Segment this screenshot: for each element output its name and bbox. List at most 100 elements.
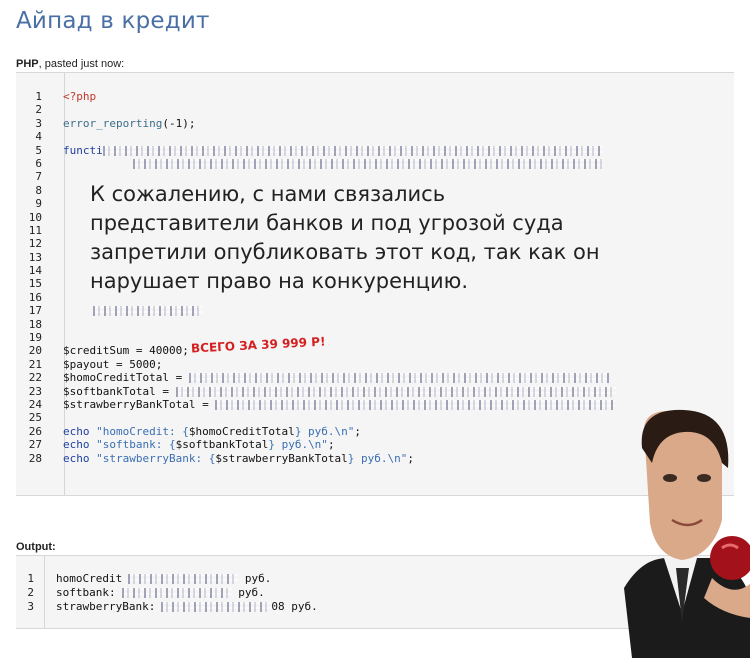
code-line: $payout = 5000;: [63, 358, 616, 371]
redacted-code: [133, 158, 603, 169]
redacted-value: [161, 602, 272, 612]
code-token: <?php: [63, 90, 97, 103]
portrait-photo: [572, 408, 750, 658]
line-number: 25: [28, 411, 42, 425]
output-line: homoCredit руб.: [56, 572, 318, 586]
line-number: 27: [28, 438, 42, 452]
paste-language: PHP: [16, 58, 39, 70]
output-label: homoCredit: [56, 572, 123, 585]
output-line-number: 1: [27, 572, 34, 585]
code-token: $homoCreditTotal =: [63, 371, 189, 385]
line-number: 4: [35, 130, 42, 144]
line-number: 23: [28, 384, 42, 398]
line-number: 5: [35, 143, 42, 157]
line-number: 9: [35, 197, 42, 211]
code-token: ;: [354, 424, 362, 438]
line-number: 8: [35, 183, 42, 197]
code-token: "strawberryBank: {: [96, 451, 216, 465]
output-divider: [44, 556, 45, 628]
page-title: Айпад в кредит: [16, 8, 210, 34]
line-number: 22: [28, 371, 42, 385]
code-line: <?php: [63, 90, 616, 103]
line-number: 14: [28, 264, 42, 278]
line-number: 24: [28, 397, 42, 411]
line-number: 2: [35, 103, 42, 117]
code-token: 40000: [149, 344, 183, 358]
code-token: ;: [182, 344, 189, 358]
code-token: $payout = 5000;: [63, 357, 163, 371]
line-number: 1: [35, 90, 42, 103]
redacted-code: [175, 386, 616, 397]
line-number: 20: [28, 344, 42, 358]
line-number: 13: [28, 250, 42, 264]
code-line: echo "softbank: {$softbankTotal} руб.\n"…: [63, 438, 616, 451]
code-token: ;: [327, 438, 335, 452]
code-line: error_reporting(-1);: [63, 117, 616, 130]
code-token: "homoCredit: {: [96, 424, 189, 438]
output-line: strawberryBank: 08 руб.: [56, 600, 318, 614]
output-caption: Output:: [16, 541, 56, 553]
line-number: 28: [28, 451, 42, 465]
code-token: $softbankTotal: [175, 438, 269, 452]
code-line: $creditSum = 40000;: [63, 344, 616, 357]
code-token: echo: [63, 438, 97, 452]
output-line-numbers: 123: [16, 572, 34, 614]
paste-caption: PHP, pasted just now:: [16, 58, 124, 70]
code-line: functi: [63, 144, 616, 157]
code-token: ;: [407, 451, 415, 465]
output-line-number: 2: [27, 586, 34, 599]
line-number: 26: [28, 424, 42, 438]
code-token: echo: [63, 424, 97, 438]
code-token: } руб.\n": [347, 451, 408, 465]
code-line: $strawberryBankTotal =: [63, 398, 616, 411]
redacted-code: [188, 373, 609, 384]
code-token: } руб.\n": [268, 438, 328, 452]
line-number: 3: [35, 116, 42, 130]
redacted-code: [102, 145, 603, 156]
censorship-message: К сожалению, с нами связались представит…: [90, 182, 600, 293]
redacted-value: [128, 574, 239, 584]
code-token: $strawberryBankTotal: [215, 451, 348, 465]
code-token: $strawberryBankTotal =: [63, 397, 216, 411]
code-token: functi: [63, 143, 103, 157]
line-number: 11: [28, 223, 42, 237]
code-line: $homoCreditTotal =: [63, 371, 616, 384]
output-line-number: 3: [27, 600, 34, 613]
line-number: 6: [35, 156, 42, 170]
line-number: 16: [28, 290, 42, 304]
line-number: 12: [28, 237, 42, 251]
output-line: softbank: руб.: [56, 586, 318, 600]
output-text: homoCredit руб. softbank: руб. strawberryB…: [56, 572, 318, 614]
redacted-value: [121, 588, 232, 598]
code-line: echo "homoCredit: {$homoCreditTotal} руб…: [63, 425, 616, 438]
code-token: "softbank: {: [96, 438, 176, 452]
line-number: 21: [28, 357, 42, 371]
redacted-code: [93, 306, 203, 317]
code-token: echo: [63, 451, 97, 465]
line-number: 17: [28, 304, 42, 318]
line-number: 19: [28, 331, 42, 345]
output-suffix: руб.: [238, 572, 272, 585]
code-token: $softbankTotal =: [63, 384, 176, 398]
output-suffix: 08 руб.: [271, 600, 318, 613]
code-token: $creditSum =: [63, 344, 150, 358]
line-number: 15: [28, 277, 42, 291]
line-number-gutter: 1 2 3 4 5 6 7 8 9 10 11 12 13 14 15 16 17 18 19 20 21 22 23 24 2…: [16, 90, 42, 465]
code-line: $softbankTotal =: [63, 385, 616, 398]
output-suffix: руб.: [231, 586, 265, 599]
code-line: [63, 304, 616, 317]
line-number: 7: [35, 170, 42, 184]
code-line: [63, 157, 616, 170]
code-line: echo "strawberryBank: {$strawberryBankTo…: [63, 452, 616, 465]
paste-caption-suffix: , pasted just now:: [38, 58, 125, 70]
output-label: softbank:: [56, 586, 116, 599]
code-token: } руб.\n": [294, 424, 355, 438]
code-token: $homoCreditTotal: [188, 424, 295, 438]
code-token: (-1);: [162, 116, 196, 130]
code-token: error_reporting: [63, 116, 163, 130]
